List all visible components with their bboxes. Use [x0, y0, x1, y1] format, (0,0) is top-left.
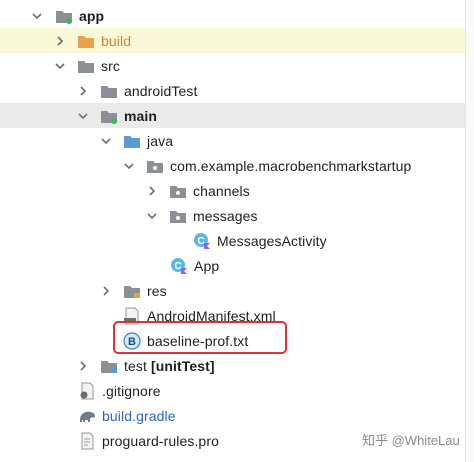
chevron-down-icon[interactable] [145, 209, 159, 223]
chevron-right-icon[interactable] [53, 34, 67, 48]
svg-text:C: C [174, 261, 181, 272]
tree-row-main[interactable]: main [0, 103, 474, 128]
tree-row-messages[interactable]: messages [0, 203, 474, 228]
tree-row-build-gradle[interactable]: build.gradle [0, 403, 474, 428]
tree-label-gitignore: .gitignore [102, 382, 161, 399]
tree-label-main: main [124, 107, 158, 124]
module-folder-icon [55, 7, 73, 25]
watermark: 知乎 @WhiteLau [362, 433, 460, 448]
tree-label-src: src [101, 57, 120, 74]
resource-folder-icon [123, 282, 141, 300]
project-tree: app build src androidTest main java com.… [0, 0, 474, 462]
kotlin-class-icon: C [193, 232, 211, 250]
chevron-down-icon[interactable] [76, 109, 90, 123]
package-icon [169, 207, 187, 225]
chevron-down-icon[interactable] [99, 134, 113, 148]
tree-label-app-class: App [194, 257, 220, 274]
tree-row-java[interactable]: java [0, 128, 474, 153]
chevron-right-icon[interactable] [76, 359, 90, 373]
svg-text:C: C [197, 236, 204, 247]
tree-label-proguard: proguard-rules.pro [102, 432, 219, 449]
scrollbar[interactable] [465, 0, 474, 462]
gitignore-file-icon [78, 382, 96, 400]
tree-row-gitignore[interactable]: .gitignore [0, 378, 474, 403]
excluded-folder-icon [77, 32, 95, 50]
test-folder-icon [100, 357, 118, 375]
chevron-right-icon[interactable] [76, 84, 90, 98]
test-name: test [124, 357, 147, 374]
tree-row-app-class[interactable]: C App [0, 253, 474, 278]
test-suffix: [unitTest] [150, 357, 215, 374]
folder-icon [100, 82, 118, 100]
gradle-icon [78, 407, 96, 425]
tree-row-src[interactable]: src [0, 53, 474, 78]
kotlin-class-icon: C [170, 257, 188, 275]
tree-label-channels: channels [193, 182, 250, 199]
tree-row-androidtest[interactable]: androidTest [0, 78, 474, 103]
tree-label-java: java [147, 132, 174, 149]
package-icon [146, 157, 164, 175]
tree-label-package: com.example.macrobenchmarkstartup [170, 157, 412, 174]
tree-row-messages-activity[interactable]: C MessagesActivity [0, 228, 474, 253]
tree-label-test: test [unitTest] [124, 358, 215, 374]
package-icon [169, 182, 187, 200]
tree-row-build[interactable]: build [0, 28, 474, 53]
tree-row-cutoff [0, 456, 474, 462]
folder-icon [77, 57, 95, 75]
source-root-folder-icon [123, 132, 141, 150]
tree-label-res: res [147, 282, 167, 299]
chevron-down-icon[interactable] [30, 9, 44, 23]
chevron-down-icon[interactable] [53, 59, 67, 73]
tree-label-build: build [101, 32, 132, 49]
tree-label-messages-activity: MessagesActivity [217, 232, 327, 249]
tree-label-build-gradle: build.gradle [102, 407, 176, 424]
tree-row-app[interactable]: app [0, 3, 474, 28]
tree-label-messages: messages [193, 207, 258, 224]
tree-row-channels[interactable]: channels [0, 178, 474, 203]
tree-row-test[interactable]: test [unitTest] [0, 353, 474, 378]
tree-row-package[interactable]: com.example.macrobenchmarkstartup [0, 153, 474, 178]
tree-label-androidtest: androidTest [124, 82, 198, 99]
highlight-box [113, 321, 287, 354]
chevron-right-icon[interactable] [99, 284, 113, 298]
tree-label-app: app [79, 7, 105, 24]
text-file-icon [78, 432, 96, 450]
source-set-folder-icon [100, 107, 118, 125]
chevron-right-icon[interactable] [145, 184, 159, 198]
chevron-down-icon[interactable] [122, 159, 136, 173]
tree-row-res[interactable]: res [0, 278, 474, 303]
